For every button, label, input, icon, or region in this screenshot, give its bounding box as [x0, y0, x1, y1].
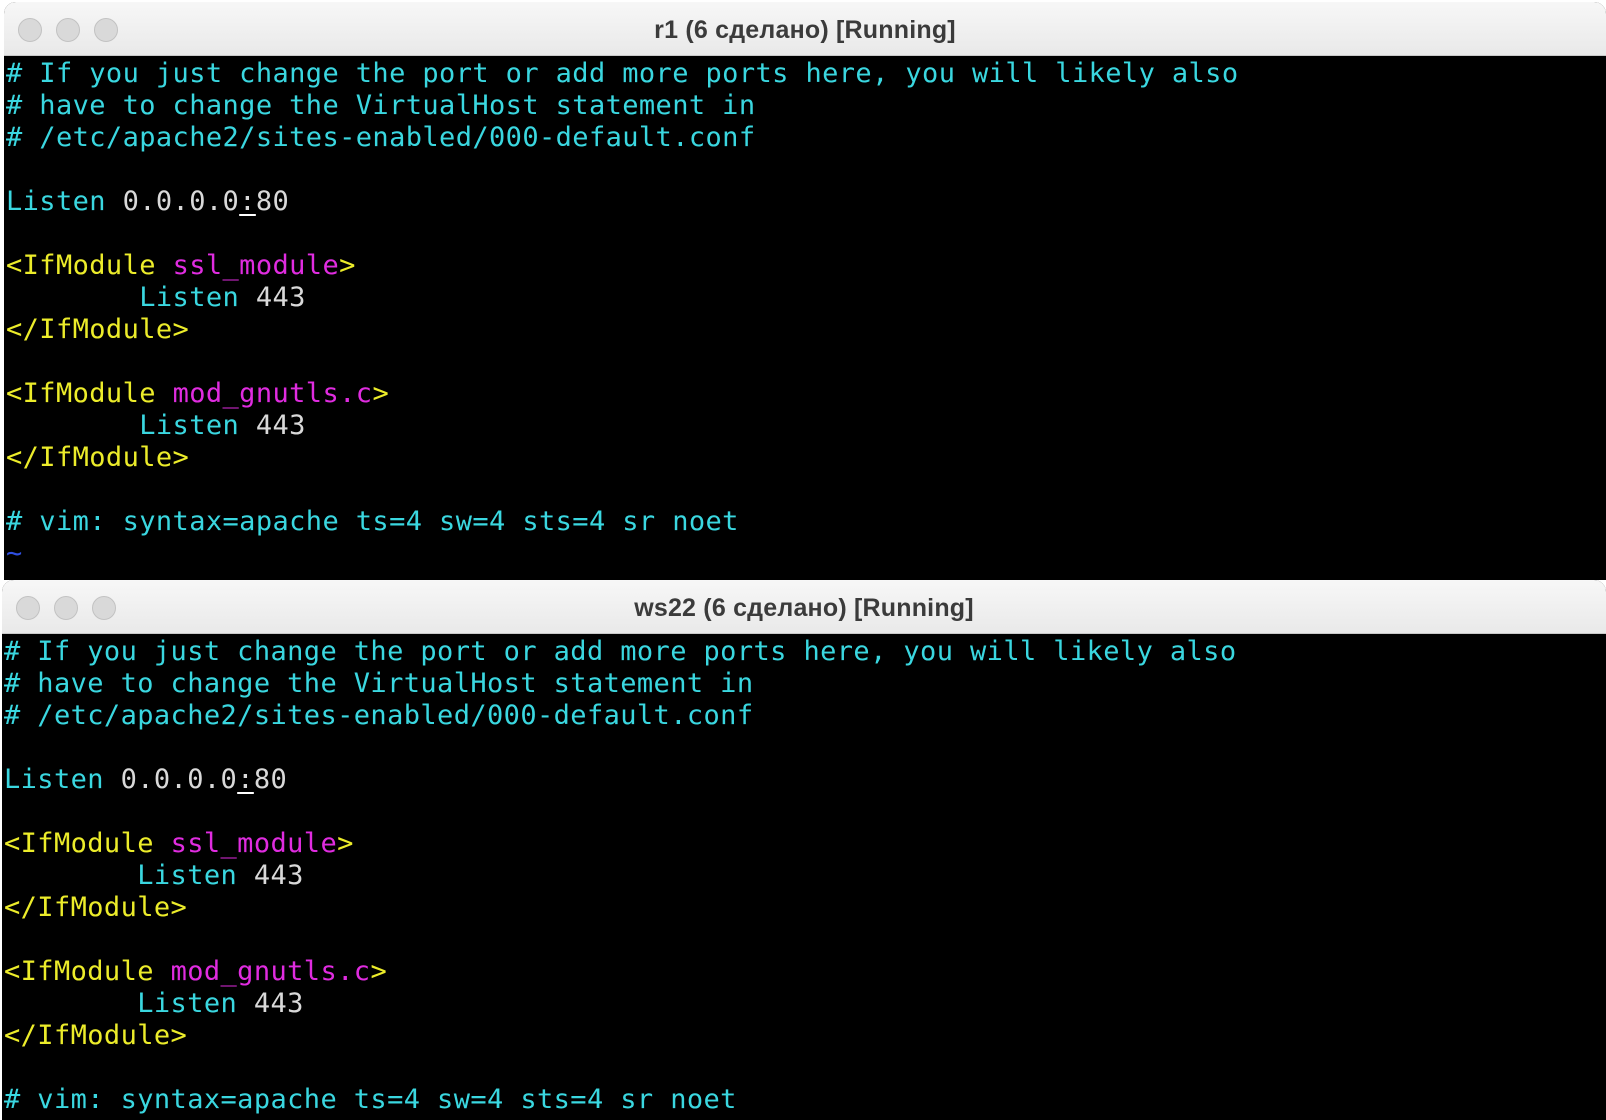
code-value: 80 — [253, 764, 288, 795]
code-module: ssl_module — [170, 828, 338, 859]
code-module: mod_gnutls.c — [172, 378, 373, 409]
code-comment: # If you just change the port or add mor… — [6, 58, 1239, 89]
code-directive: Listen — [4, 988, 238, 1019]
code-value: 0.0.0.0 — [105, 186, 240, 217]
code-value: 80 — [255, 186, 290, 217]
terminal-line: # If you just change the port or add mor… — [4, 636, 1237, 668]
terminal-line: <IfModule ssl_module> — [4, 828, 1237, 860]
code-tag: <IfModule — [6, 378, 173, 409]
code-tag: <IfModule — [6, 250, 173, 281]
terminal-line: # have to change the VirtualHost stateme… — [6, 90, 1239, 122]
code-tag: <IfModule — [4, 828, 171, 859]
terminal-screen[interactable]: # If you just change the port or add mor… — [4, 57, 1606, 580]
vim-buffer: # If you just change the port or add mor… — [4, 636, 1237, 1116]
terminal-line: ~ — [6, 538, 1239, 570]
code-comment: # vim: syntax=apache ts=4 sw=4 sts=4 sr … — [6, 506, 739, 537]
window-title: r1 (6 сделано) [Running] — [654, 16, 956, 44]
terminal-line: # vim: syntax=apache ts=4 sw=4 sts=4 sr … — [4, 1084, 1237, 1116]
code-directive: Listen — [4, 764, 104, 795]
code-tag: > — [372, 378, 390, 409]
terminal-line: Listen 443 — [4, 988, 1237, 1020]
code-value: 443 — [237, 860, 304, 891]
code-directive: Listen — [4, 860, 238, 891]
terminal-line: # If you just change the port or add mor… — [6, 58, 1239, 90]
code-tilde: ~ — [6, 570, 23, 580]
terminal-line: </IfModule> — [4, 892, 1237, 924]
terminal-line: Listen 443 — [4, 860, 1237, 892]
terminal-line: </IfModule> — [6, 442, 1239, 474]
terminal-line: Listen 443 — [6, 282, 1239, 314]
terminal-line: <IfModule mod_gnutls.c> — [4, 956, 1237, 988]
window-title: ws22 (6 сделано) [Running] — [634, 594, 974, 622]
terminal-screen[interactable]: # If you just change the port or add mor… — [2, 635, 1606, 1120]
vm-window-ws22[interactable]: ws22 (6 сделано) [Running] # If you just… — [2, 580, 1606, 1120]
code-tilde: ~ — [6, 538, 23, 569]
terminal-line: </IfModule> — [4, 1020, 1237, 1052]
terminal-line: </IfModule> — [6, 314, 1239, 346]
terminal-line: # vim: syntax=apache ts=4 sw=4 sts=4 sr … — [6, 506, 1239, 538]
code-tag: <IfModule — [4, 956, 171, 987]
code-comment: # have to change the VirtualHost stateme… — [6, 90, 756, 121]
code-tag: > — [337, 828, 354, 859]
terminal-line: ~ — [6, 570, 1239, 580]
code-tag: </IfModule> — [4, 892, 188, 923]
terminal-line: # /etc/apache2/sites-enabled/000-default… — [4, 700, 1237, 732]
window-titlebar[interactable]: ws22 (6 сделано) [Running] — [2, 580, 1606, 634]
text-cursor: : — [239, 186, 256, 217]
code-comment: # vim: syntax=apache ts=4 sw=4 sts=4 sr … — [4, 1084, 737, 1115]
code-module: mod_gnutls.c — [170, 956, 371, 987]
text-cursor: : — [237, 764, 254, 795]
terminal-line: Listen 443 — [6, 410, 1239, 442]
code-value: 443 — [239, 410, 306, 441]
terminal-line: Listen 0.0.0.0:80 — [6, 186, 1239, 218]
code-value: 443 — [239, 282, 306, 313]
code-value: 443 — [237, 988, 304, 1019]
code-comment: # /etc/apache2/sites-enabled/000-default… — [6, 122, 756, 153]
code-tag: > — [370, 956, 388, 987]
terminal-line: <IfModule ssl_module> — [6, 250, 1239, 282]
code-comment: # If you just change the port or add mor… — [4, 636, 1237, 667]
code-module: ssl_module — [172, 250, 340, 281]
vim-buffer: # If you just change the port or add mor… — [6, 58, 1239, 580]
code-tag: </IfModule> — [4, 1020, 188, 1051]
terminal-line: Listen 0.0.0.0:80 — [4, 764, 1237, 796]
terminal-line: # have to change the VirtualHost stateme… — [4, 668, 1237, 700]
code-directive: Listen — [6, 282, 240, 313]
code-directive: Listen — [6, 410, 240, 441]
window-titlebar[interactable]: r1 (6 сделано) [Running] — [4, 2, 1606, 56]
code-directive: Listen — [6, 186, 106, 217]
code-tag: > — [339, 250, 356, 281]
code-tag: </IfModule> — [6, 314, 190, 345]
vm-window-r1[interactable]: r1 (6 сделано) [Running] # If you just c… — [4, 2, 1606, 580]
code-comment: # /etc/apache2/sites-enabled/000-default… — [4, 700, 754, 731]
terminal-line: # /etc/apache2/sites-enabled/000-default… — [6, 122, 1239, 154]
terminal-line: <IfModule mod_gnutls.c> — [6, 378, 1239, 410]
code-comment: # have to change the VirtualHost stateme… — [4, 668, 754, 699]
code-tag: </IfModule> — [6, 442, 190, 473]
code-value: 0.0.0.0 — [103, 764, 238, 795]
